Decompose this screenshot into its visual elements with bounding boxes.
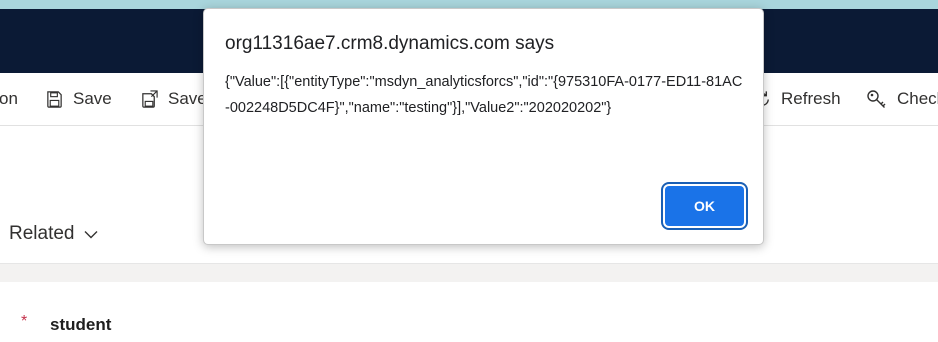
student-field-label: student bbox=[50, 315, 112, 334]
ok-button[interactable]: OK bbox=[665, 186, 744, 226]
chevron-down-icon bbox=[84, 230, 97, 238]
related-label: Related bbox=[9, 223, 75, 244]
key-icon bbox=[867, 90, 886, 108]
save-icon bbox=[47, 90, 62, 108]
refresh-label: Refresh bbox=[781, 89, 841, 108]
save-button[interactable]: Save bbox=[45, 73, 112, 125]
check-access-label: Check bbox=[897, 89, 938, 108]
required-marker: * bbox=[21, 313, 28, 330]
form-section-divider bbox=[0, 263, 938, 282]
related-tab[interactable]: Related bbox=[9, 220, 98, 248]
partial-command-label: on bbox=[0, 89, 18, 108]
alert-dialog: org11316ae7.crm8.dynamics.com says {"Val… bbox=[203, 8, 764, 245]
save-and-close-label: Save bbox=[168, 89, 207, 108]
save-and-close-button[interactable]: Save bbox=[140, 73, 207, 125]
refresh-button[interactable]: Refresh bbox=[753, 73, 841, 125]
check-access-button[interactable]: Check bbox=[866, 73, 938, 125]
save-label: Save bbox=[73, 89, 112, 108]
dialog-message: {"Value":[{"entityType":"msdyn_analytics… bbox=[225, 74, 743, 116]
partial-command-button[interactable]: on bbox=[0, 73, 18, 125]
save-and-close-icon bbox=[142, 89, 158, 108]
dialog-title: org11316ae7.crm8.dynamics.com says bbox=[225, 33, 555, 54]
